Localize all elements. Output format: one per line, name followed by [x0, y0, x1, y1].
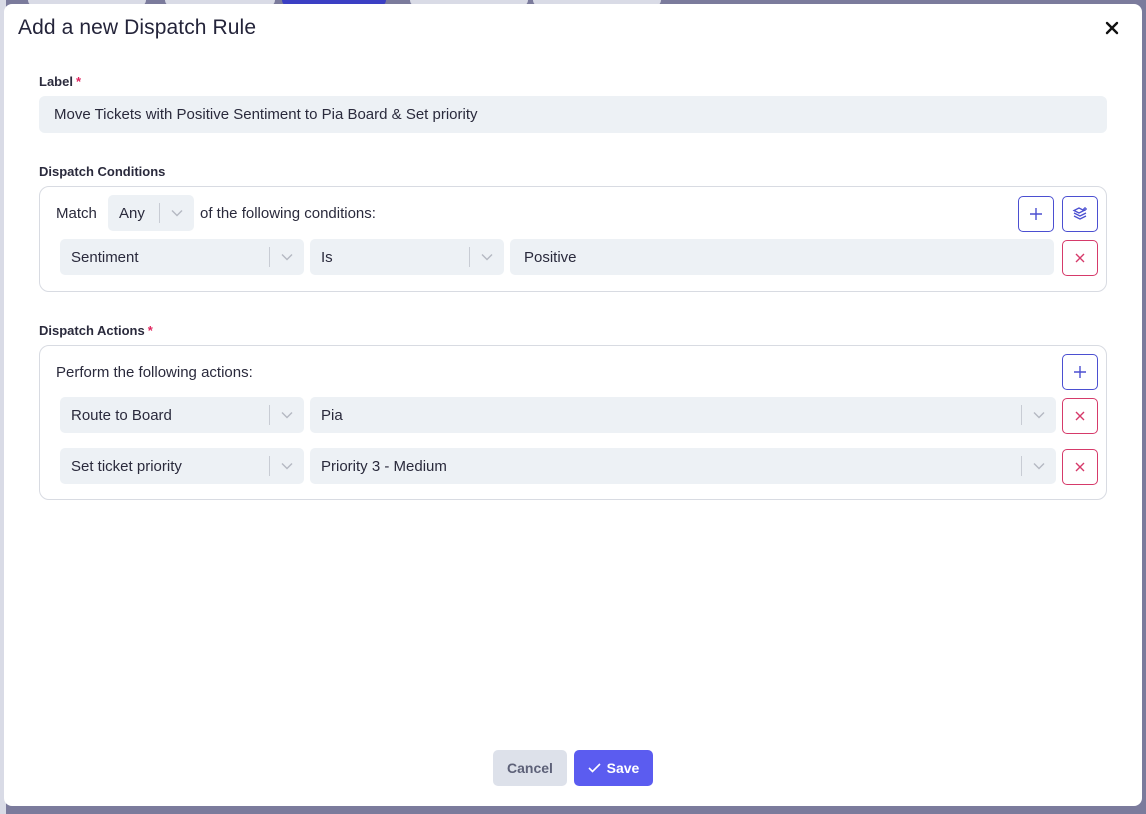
x-icon [1075, 462, 1085, 472]
close-button[interactable] [1100, 16, 1124, 40]
chevron-down-icon [270, 411, 304, 419]
x-icon [1075, 253, 1085, 263]
remove-condition-button[interactable] [1062, 240, 1098, 276]
remove-action-button[interactable] [1062, 449, 1098, 485]
x-icon [1075, 411, 1085, 421]
remove-action-button[interactable] [1062, 398, 1098, 434]
condition-operator-select[interactable]: Is [310, 239, 504, 275]
required-mark: * [75, 74, 82, 89]
required-mark: * [147, 323, 153, 338]
check-icon [588, 763, 601, 773]
match-suffix: of the following conditions: [200, 205, 376, 222]
action-value: Priority 3 - Medium [321, 457, 447, 475]
condition-operator-value: Is [321, 248, 333, 266]
actions-intro: Perform the following actions: [56, 364, 253, 381]
match-prefix: Match [56, 205, 97, 222]
chevron-down-icon [160, 209, 194, 217]
action-type-select[interactable]: Set ticket priority [60, 448, 304, 484]
dispatch-rule-modal: Add a new Dispatch Rule Label* Dispatch … [4, 4, 1142, 806]
chevron-down-icon [1022, 411, 1056, 419]
layers-icon [1072, 207, 1087, 220]
action-type-select[interactable]: Route to Board [60, 397, 304, 433]
chevron-down-icon [270, 462, 304, 470]
dispatch-conditions-heading: Dispatch Conditions [39, 164, 166, 179]
add-condition-group-button[interactable] [1062, 196, 1098, 232]
plus-icon [1074, 366, 1086, 378]
action-value: Pia [321, 406, 343, 424]
dispatch-conditions-panel: Match Any of the following conditions: S… [39, 186, 1107, 292]
label-input[interactable] [39, 96, 1107, 133]
dispatch-actions-panel: Perform the following actions: Route to … [39, 345, 1107, 500]
chevron-down-icon [470, 253, 504, 261]
action-type-value: Route to Board [71, 406, 172, 424]
plus-icon [1030, 208, 1042, 220]
cancel-button[interactable]: Cancel [493, 750, 567, 786]
match-mode-value: Any [119, 204, 145, 222]
label-field-label-text: Label [39, 74, 73, 89]
save-button-label: Save [606, 760, 640, 776]
dispatch-actions-heading: Dispatch Actions * [39, 323, 153, 338]
add-action-button[interactable] [1062, 354, 1098, 390]
chevron-down-icon [1022, 462, 1056, 470]
add-condition-button[interactable] [1018, 196, 1054, 232]
chevron-down-icon [270, 253, 304, 261]
condition-field-value: Sentiment [71, 248, 139, 266]
action-value-select[interactable]: Priority 3 - Medium [310, 448, 1056, 484]
action-type-value: Set ticket priority [71, 457, 182, 475]
match-mode-select[interactable]: Any [108, 195, 194, 231]
save-button[interactable]: Save [574, 750, 653, 786]
close-icon [1105, 21, 1119, 35]
dispatch-actions-heading-text: Dispatch Actions [39, 323, 145, 338]
condition-value-input[interactable]: Positive [510, 239, 1054, 275]
label-field-label: Label * [39, 74, 81, 89]
action-value-select[interactable]: Pia [310, 397, 1056, 433]
modal-title: Add a new Dispatch Rule [18, 16, 257, 39]
condition-field-select[interactable]: Sentiment [60, 239, 304, 275]
